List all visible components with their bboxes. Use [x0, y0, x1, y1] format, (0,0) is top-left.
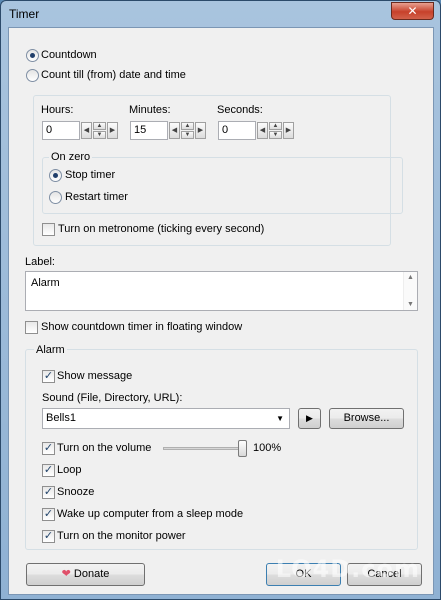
loop-label: Loop: [57, 464, 82, 476]
arrow-right-icon: ▶: [285, 127, 292, 134]
minutes-label: Minutes:: [129, 104, 171, 116]
browse-button[interactable]: Browse...: [329, 408, 404, 429]
label-textarea[interactable]: Alarm ▲ ▼: [25, 271, 418, 311]
on-zero-group: [42, 157, 403, 214]
arrow-up-icon[interactable]: ▲: [181, 122, 194, 130]
arrow-left-icon: ◀: [259, 127, 266, 134]
count-till-label: Count till (from) date and time: [41, 69, 186, 81]
title-bar[interactable]: Timer ✕: [1, 1, 440, 27]
metronome-checkbox[interactable]: [42, 223, 55, 236]
floating-window-label: Show countdown timer in floating window: [41, 321, 243, 333]
watermark-logo: LO4D.com: [275, 555, 420, 583]
donate-button[interactable]: ❤ Donate: [26, 563, 145, 586]
countdown-radio[interactable]: [26, 49, 39, 62]
wake-computer-label: Wake up computer from a sleep mode: [57, 508, 244, 520]
heart-icon: ❤: [61, 568, 71, 580]
monitor-power-label: Turn on the monitor power: [57, 530, 186, 542]
volume-label: Turn on the volume: [57, 442, 152, 454]
arrow-right-icon: ▶: [197, 127, 204, 134]
dialog-client: Countdown Count till (from) date and tim…: [8, 27, 434, 595]
check-icon: ✓: [43, 370, 54, 382]
show-message-checkbox[interactable]: ✓: [42, 370, 55, 383]
play-icon: ▶: [306, 413, 313, 423]
alarm-title: Alarm: [34, 344, 67, 356]
volume-slider-thumb[interactable]: [238, 440, 247, 457]
show-message-label: Show message: [57, 370, 133, 382]
stop-timer-radio[interactable]: [49, 169, 62, 182]
arrow-down-icon[interactable]: ▼: [93, 131, 106, 139]
label-scrollbar[interactable]: ▲ ▼: [403, 272, 417, 310]
count-till-radio[interactable]: [26, 69, 39, 82]
snooze-checkbox[interactable]: ✓: [42, 486, 55, 499]
label-value: Alarm: [31, 277, 60, 289]
seconds-decrement-button[interactable]: ◀: [257, 122, 268, 139]
seconds-increment-button[interactable]: ▶: [283, 122, 294, 139]
arrow-left-icon: ◀: [83, 127, 90, 134]
play-sound-button[interactable]: ▶: [298, 408, 321, 429]
minutes-increment-button[interactable]: ▶: [195, 122, 206, 139]
arrow-left-icon: ◀: [171, 127, 178, 134]
close-icon: ✕: [407, 4, 418, 18]
hours-increment-button[interactable]: ▶: [107, 122, 118, 139]
arrow-down-icon[interactable]: ▼: [269, 131, 282, 139]
volume-checkbox[interactable]: ✓: [42, 442, 55, 455]
scroll-up-icon[interactable]: ▲: [407, 274, 414, 281]
volume-slider[interactable]: [163, 447, 243, 450]
sound-value: Bells1: [46, 412, 76, 424]
hours-decrement-button[interactable]: ◀: [81, 122, 92, 139]
donate-label: Donate: [73, 568, 110, 580]
minutes-input[interactable]: 15: [130, 121, 168, 140]
metronome-label: Turn on metronome (ticking every second): [58, 223, 265, 235]
restart-timer-radio[interactable]: [49, 191, 62, 204]
loop-checkbox[interactable]: ✓: [42, 464, 55, 477]
volume-value: 100%: [253, 442, 282, 454]
arrow-down-icon[interactable]: ▼: [181, 131, 194, 139]
on-zero-title: On zero: [49, 151, 93, 163]
arrow-up-icon[interactable]: ▲: [269, 122, 282, 130]
scroll-down-icon[interactable]: ▼: [407, 301, 414, 308]
check-icon: ✓: [43, 486, 54, 498]
monitor-power-checkbox[interactable]: ✓: [42, 530, 55, 543]
label-caption: Label:: [25, 256, 55, 268]
arrow-right-icon: ▶: [109, 127, 116, 134]
floating-window-checkbox[interactable]: [25, 321, 38, 334]
window-title: Timer: [9, 7, 40, 21]
seconds-input[interactable]: 0: [218, 121, 256, 140]
dropdown-arrow-icon[interactable]: ▼: [276, 412, 284, 425]
minutes-decrement-button[interactable]: ◀: [169, 122, 180, 139]
check-icon: ✓: [43, 530, 54, 542]
check-icon: ✓: [43, 442, 54, 454]
check-icon: ✓: [43, 508, 54, 520]
countdown-label: Countdown: [41, 49, 97, 61]
snooze-label: Snooze: [57, 486, 95, 498]
hours-label: Hours:: [41, 104, 74, 116]
seconds-label: Seconds:: [217, 104, 263, 116]
sound-combobox[interactable]: Bells1 ▼: [42, 408, 290, 429]
check-icon: ✓: [43, 464, 54, 476]
restart-timer-label: Restart timer: [65, 191, 128, 203]
seconds-spinner[interactable]: ▲ ▼: [269, 122, 282, 139]
close-button[interactable]: ✕: [391, 2, 434, 20]
timer-window: Timer ✕ Countdown Count till (from) date…: [0, 0, 441, 600]
hours-spinner[interactable]: ▲ ▼: [93, 122, 106, 139]
sound-caption: Sound (File, Directory, URL):: [42, 392, 183, 404]
minutes-spinner[interactable]: ▲ ▼: [181, 122, 194, 139]
hours-input[interactable]: 0: [42, 121, 80, 140]
stop-timer-label: Stop timer: [65, 169, 116, 181]
wake-computer-checkbox[interactable]: ✓: [42, 508, 55, 521]
arrow-up-icon[interactable]: ▲: [93, 122, 106, 130]
